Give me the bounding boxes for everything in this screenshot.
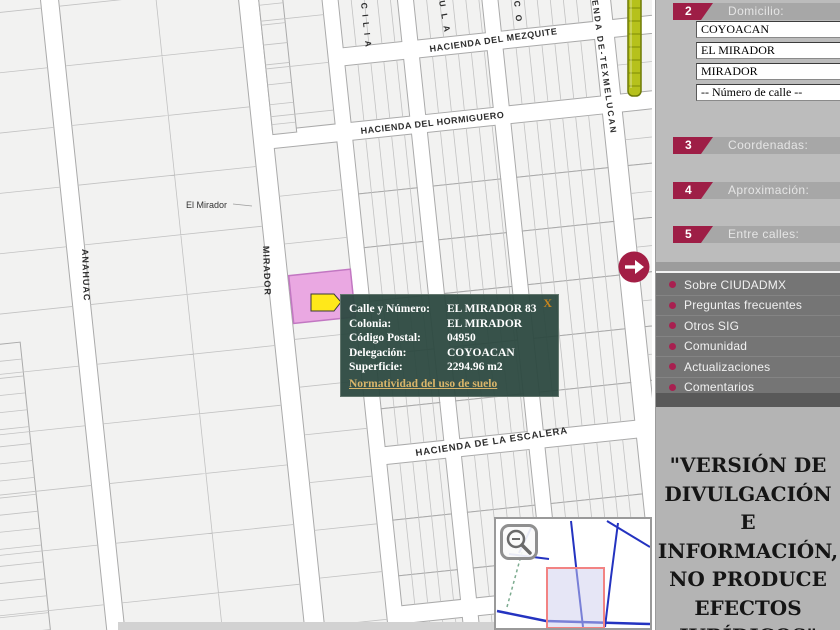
bullet-icon [669,342,676,350]
link-preguntas-frecuentes[interactable]: Preguntas frecuentes [656,294,840,316]
tooltip-row-label: Superficie: [349,361,403,374]
search-sidebar: 2 Domicilio: COYOACAN EL MIRADOR MIRADOR… [655,0,840,630]
bullet-icon [669,281,676,289]
section-number-badge: 5 [673,226,713,243]
tooltip-row-value: 04950 [447,332,476,345]
link-label: Sobre CIUDADMX [684,277,787,292]
tooltip-row: Delegación: COYOACAN [349,346,550,361]
place-label-el-mirador: El Mirador [186,200,227,210]
tooltip-row: Código Postal: 04950 [349,331,550,346]
tooltip-row-label: Colonia: [349,317,392,330]
zoom-level-bar[interactable] [627,0,642,97]
link-otros-sig[interactable]: Otros SIG [656,315,840,336]
calle-select[interactable]: MIRADOR [696,63,840,80]
minimap-extent-rect[interactable] [546,567,605,629]
link-label: Otros SIG [684,318,740,333]
panel-divider [656,262,840,271]
tooltip-row-label: Calle y Número: [349,303,430,315]
tooltip-close-button[interactable]: X [543,296,552,311]
parcel-info-tooltip: X Calle y Número: EL MIRADOR 83 Colonia:… [340,294,559,397]
delegacion-select[interactable]: COYOACAN [696,21,840,38]
link-comunidad[interactable]: Comunidad [656,335,840,357]
bullet-icon [669,322,676,330]
tooltip-row-label: Delegación: [349,346,407,359]
tooltip-row-value: COYOACAN [447,346,515,359]
bullet-icon [669,363,676,371]
section-header-entre-calles: 5 Entre calles: [673,226,840,243]
section-label: Coordenadas: [728,138,809,152]
section-number-badge: 4 [673,182,713,199]
section-header-coordenadas: 3 Coordenadas: [673,137,840,154]
footer-links-panel: Sobre CIUDADMX Preguntas frecuentes Otro… [656,273,840,394]
section-number-badge: 2 [673,3,713,20]
link-sobre-ciudadmx[interactable]: Sobre CIUDADMX [656,275,840,295]
section-header-domicilio: 2 Domicilio: [673,3,840,20]
land-use-link[interactable]: Normatividad del uso de suelo [349,378,497,390]
section-label: Domicilio: [728,4,785,18]
section-number-badge: 3 [673,137,713,154]
link-label: Comunidad [684,339,748,354]
collapse-panel-button[interactable] [618,251,650,283]
tooltip-row-value: EL MIRADOR [447,317,523,330]
bullet-icon [669,383,676,391]
tooltip-row: Calle y Número: EL MIRADOR 83 [349,302,550,317]
overview-minimap[interactable] [494,517,652,630]
street-label-anahuac: ANAHUAC [80,249,92,302]
link-label: Actualizaciones [684,359,771,374]
zoom-out-button[interactable] [500,524,538,560]
street-label-mirador: MIRADOR [261,246,273,296]
tooltip-row-label: Código Postal: [349,332,421,345]
link-actualizaciones[interactable]: Actualizaciones [656,356,840,377]
link-label: Preguntas frecuentes [684,298,803,313]
tooltip-row: Colonia: EL MIRADOR [349,317,550,332]
section-label: Entre calles: [728,227,800,241]
ciudadmx-sig-app: { "map": { "street_labels": { "mezquite"… [0,0,840,630]
disclaimer-text: "VERSIÓN DE DIVULGACIÓN E INFORMACIÓN, N… [657,453,839,630]
tooltip-row-value: 2294.96 m2 [447,361,503,374]
numero-select[interactable]: -- Número de calle -- [696,84,840,101]
section-label: Aproximación: [728,183,810,197]
parcel-marker-tag[interactable] [310,293,342,312]
tooltip-row: Superficie: 2294.96 m2 [349,360,550,375]
section-header-aproximacion: 4 Aproximación: [673,182,840,199]
disclaimer-panel: "VERSIÓN DE DIVULGACIÓN E INFORMACIÓN, N… [656,407,840,630]
panel-divider-dark [656,393,840,407]
tooltip-row-value: EL MIRADOR 83 [447,303,537,315]
colonia-select[interactable]: EL MIRADOR [696,42,840,59]
magnifier-minus-icon [506,529,532,555]
map-canvas[interactable]: HACIENDA DEL MEZQUITE HACIENDA DEL HORMI… [0,0,652,630]
bullet-icon [669,301,676,309]
